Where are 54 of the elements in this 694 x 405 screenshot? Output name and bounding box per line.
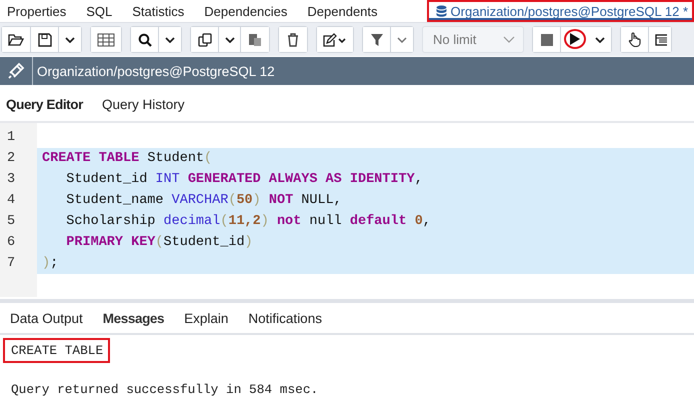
panel-tab[interactable]: Properties — [0, 0, 76, 22]
caret-icon — [595, 36, 605, 43]
stop-icon — [540, 34, 552, 46]
caret-icon — [65, 36, 75, 43]
line-number: 6 — [6, 234, 16, 252]
stop-button[interactable] — [533, 27, 561, 52]
copy-button[interactable] — [191, 27, 219, 52]
editor-tab[interactable]: Query Editor — [6, 97, 83, 112]
connection-title: Organization/postgres@PostgreSQL 12 — [36, 64, 275, 79]
list-icon — [655, 34, 667, 46]
folder-icon — [8, 32, 24, 47]
output-tab[interactable]: Explain — [184, 310, 228, 326]
line-number: 1 — [6, 128, 16, 147]
hand-button[interactable] — [621, 27, 649, 52]
paste-icon — [248, 32, 262, 47]
search-icon — [138, 32, 152, 47]
copy-icon — [198, 32, 212, 47]
line-number: 3 — [6, 170, 16, 189]
code-editor[interactable]: 1 2 CREATE TABLE Student( 3 Student_id INT GENERATED ALWAYS AS IDENTITY, 4 Student_name VARCHAR(50) NOT NULL, 5 Scholarship decimal(11,2) not null default 0, 6 PRIMARY KEY(Student_id) 7 ); — [0, 122, 694, 298]
line-number: 4 — [6, 192, 16, 210]
message-text: CREATE TABLE — [3, 338, 110, 363]
edit-icon — [323, 32, 347, 47]
run-button[interactable] — [564, 29, 586, 50]
panel-tab[interactable]: Statistics — [122, 0, 194, 22]
line-number: 2 — [6, 150, 16, 168]
panel-tab[interactable]: Dependencies — [194, 0, 298, 22]
filter-button[interactable] — [363, 27, 391, 52]
output-tab[interactable]: Messages — [102, 310, 164, 326]
play-icon — [569, 32, 581, 46]
caret-icon — [224, 36, 234, 43]
caret-icon — [397, 36, 407, 43]
line-number: 7 — [6, 254, 16, 273]
search-button[interactable] — [131, 27, 159, 52]
open-file-button[interactable] — [2, 27, 31, 52]
panel-tab[interactable]: SQL — [76, 0, 122, 22]
grid-button[interactable] — [91, 27, 121, 52]
panel-tab[interactable]: Dependents — [297, 0, 388, 22]
hand-icon — [628, 32, 642, 48]
output-tab[interactable]: Data Output — [10, 310, 83, 326]
line-number: 5 — [6, 212, 16, 231]
trash-icon — [287, 32, 299, 47]
grid-icon — [97, 32, 115, 47]
output-tab[interactable]: Notifications — [248, 310, 322, 326]
edit-button[interactable] — [317, 27, 353, 52]
row-limit-dropdown[interactable]: No limit — [422, 26, 524, 54]
filter-icon — [370, 32, 384, 47]
message-text: Query returned successfully in 584 msec. — [10, 381, 320, 399]
panel-tab[interactable]: Organization/postgres@PostgreSQL 12 * — [426, 0, 694, 22]
connection-icon — [7, 62, 25, 80]
editor-tab[interactable]: Query History — [102, 97, 184, 112]
delete-button[interactable] — [279, 27, 307, 52]
chevron-icon — [503, 36, 515, 44]
database-icon — [436, 5, 447, 18]
caret-icon — [165, 36, 175, 43]
